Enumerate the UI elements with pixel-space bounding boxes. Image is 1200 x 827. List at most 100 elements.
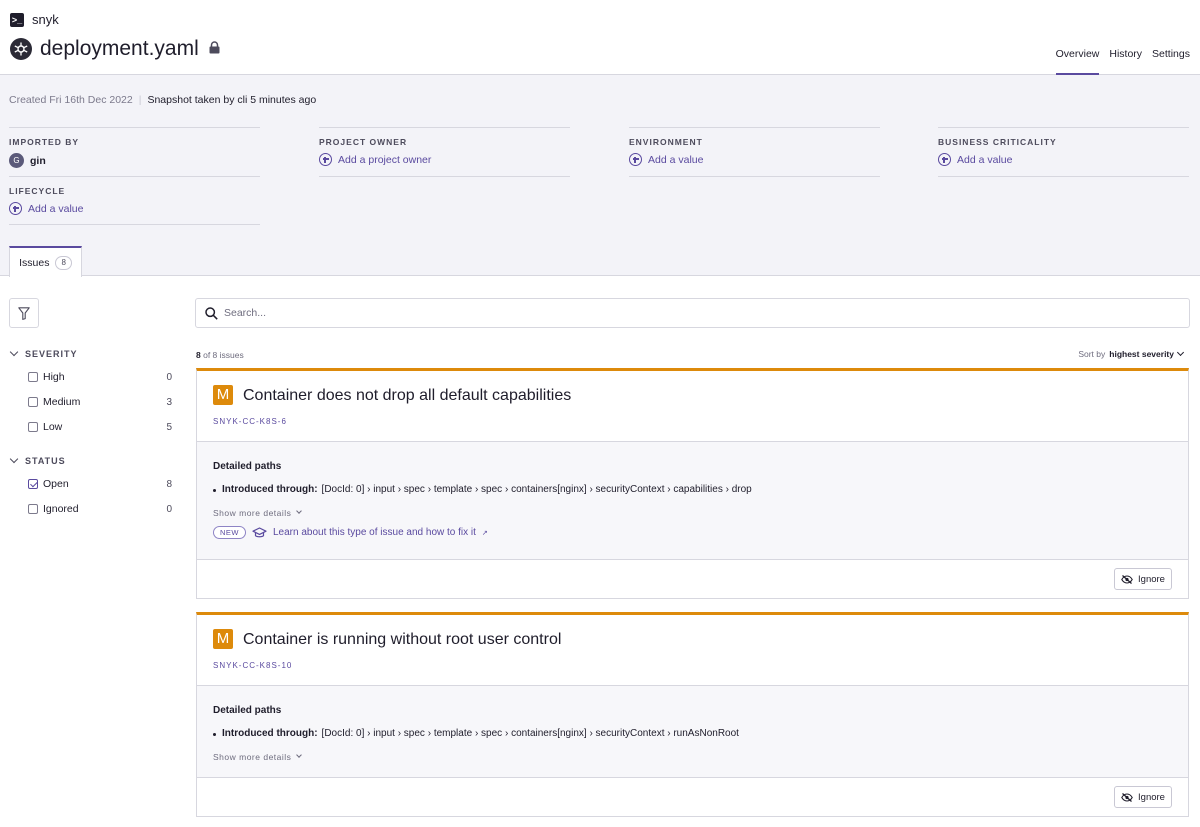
filter-count: 3 xyxy=(166,396,172,408)
learn-link[interactable]: Learn about this type of issue and how t… xyxy=(273,527,476,538)
tab-history[interactable]: History xyxy=(1109,48,1142,75)
introduced-path: Introduced through: [DocId: 0] › input ›… xyxy=(213,484,752,495)
filter-label: Ignored xyxy=(43,503,79,515)
chevron-down-icon xyxy=(296,752,303,758)
new-badge: NEW xyxy=(213,526,246,539)
path-value: [DocId: 0] › input › spec › template › s… xyxy=(321,484,752,495)
issues-count-badge: 8 xyxy=(55,255,72,270)
ignore-label: Ignore xyxy=(1138,791,1165,803)
filter-group-title: SEVERITY xyxy=(25,349,78,359)
show-more-label: Show more details xyxy=(213,508,292,518)
checkbox[interactable] xyxy=(28,504,38,514)
severity-badge: M xyxy=(213,385,233,405)
show-more-details-button[interactable]: Show more details xyxy=(213,508,303,518)
eye-off-icon xyxy=(1121,574,1133,584)
checkbox[interactable] xyxy=(28,422,38,432)
issue-footer: Ignore xyxy=(197,778,1188,816)
created-date: Created Fri 16th Dec 2022 xyxy=(9,94,133,106)
filter-status-ignored[interactable]: Ignored 0 xyxy=(28,503,172,515)
issue-details: Detailed paths Introduced through: [DocI… xyxy=(197,442,1188,560)
tab-issues-label: Issues xyxy=(19,256,50,269)
detailed-paths-title: Detailed paths xyxy=(213,705,282,716)
learn-link-row: NEW Learn about this type of issue and h… xyxy=(213,526,488,539)
filter-count: 5 xyxy=(166,421,172,433)
terminal-icon: >_ xyxy=(10,12,24,27)
project-nav: Overview History Settings xyxy=(1055,48,1190,75)
filter-count: 0 xyxy=(166,371,172,383)
sort-value: highest severity xyxy=(1109,349,1174,359)
filter-label: High xyxy=(43,371,65,383)
sort-dropdown[interactable]: Sort by highest severity xyxy=(1078,348,1185,359)
bullet xyxy=(213,489,216,492)
issue-id[interactable]: SNYK-CC-K8S-10 xyxy=(213,661,292,670)
issue-details: Detailed paths Introduced through: [DocI… xyxy=(197,686,1188,778)
checkbox-checked[interactable] xyxy=(28,479,38,489)
divider xyxy=(9,224,260,225)
issue-card: M Container does not drop all default ca… xyxy=(196,368,1189,599)
status-filter-toggle[interactable]: STATUS xyxy=(9,454,66,466)
search-input[interactable] xyxy=(224,307,1189,319)
show-more-details-button[interactable]: Show more details xyxy=(213,752,303,762)
filter-button[interactable] xyxy=(9,298,39,328)
add-project-owner-button[interactable]: Add a project owner xyxy=(319,153,570,166)
introduced-path: Introduced through: [DocId: 0] › input ›… xyxy=(213,728,739,739)
divider xyxy=(938,176,1189,177)
show-more-label: Show more details xyxy=(213,752,292,762)
filter-severity-low[interactable]: Low 5 xyxy=(28,421,172,433)
issue-header: M Container is running without root user… xyxy=(197,615,1188,686)
attr-business-criticality: BUSINESS CRITICALITY Add a value xyxy=(938,127,1189,176)
avatar: G xyxy=(9,153,24,168)
filter-label: Low xyxy=(43,421,63,433)
severity-filter-toggle[interactable]: SEVERITY xyxy=(9,347,78,359)
org-switcher[interactable]: >_ snyk xyxy=(10,12,59,27)
filter-label: Open xyxy=(43,478,69,490)
issue-title[interactable]: Container does not drop all default capa… xyxy=(243,387,571,405)
filter-status-open[interactable]: Open 8 xyxy=(28,478,172,490)
plus-circle-icon xyxy=(629,153,642,166)
project-meta: Created Fri 16th Dec 2022 | Snapshot tak… xyxy=(0,75,1200,276)
plus-circle-icon xyxy=(9,202,22,215)
attr-label: PROJECT OWNER xyxy=(319,137,408,147)
filter-count: 0 xyxy=(166,503,172,515)
attr-environment: ENVIRONMENT Add a value xyxy=(629,127,880,176)
filter-severity-medium[interactable]: Medium 3 xyxy=(28,396,172,408)
project-dates: Created Fri 16th Dec 2022 | Snapshot tak… xyxy=(9,94,316,106)
filter-label: Medium xyxy=(43,396,81,408)
kubernetes-icon xyxy=(10,38,32,60)
issue-title[interactable]: Container is running without root user c… xyxy=(243,631,561,649)
divider xyxy=(629,176,880,177)
chevron-down-icon xyxy=(9,347,19,357)
tab-settings[interactable]: Settings xyxy=(1152,48,1190,75)
issue-header: M Container does not drop all default ca… xyxy=(197,371,1188,442)
separator: | xyxy=(138,94,142,106)
attr-imported-by: IMPORTED BY G gin xyxy=(9,127,260,176)
results-suffix: of 8 issues xyxy=(203,350,244,360)
results-count: 8 of 8 issues xyxy=(196,350,244,360)
chevron-down-icon xyxy=(9,454,19,464)
checkbox[interactable] xyxy=(28,372,38,382)
add-business-criticality-button[interactable]: Add a value xyxy=(938,153,1189,166)
filter-group-title: STATUS xyxy=(25,456,66,466)
issue-id[interactable]: SNYK-CC-K8S-6 xyxy=(213,417,287,426)
tab-issues[interactable]: Issues 8 xyxy=(9,246,82,277)
attr-project-owner: PROJECT OWNER Add a project owner xyxy=(319,127,570,176)
snapshot-info: Snapshot taken by cli 5 minutes ago xyxy=(147,94,317,106)
filter-severity-high[interactable]: High 0 xyxy=(28,371,172,383)
add-lifecycle-button[interactable]: Add a value xyxy=(9,202,260,215)
attr-label: BUSINESS CRITICALITY xyxy=(938,137,1057,147)
ignore-button[interactable]: Ignore xyxy=(1114,568,1172,590)
graduation-cap-icon xyxy=(252,526,267,537)
ignore-button[interactable]: Ignore xyxy=(1114,786,1172,808)
project-header: >_ snyk deployment.yaml Overview History… xyxy=(0,0,1200,75)
introduced-label: Introduced through: xyxy=(222,728,318,739)
imported-by-value: G gin xyxy=(9,153,260,168)
add-environment-button[interactable]: Add a value xyxy=(629,153,880,166)
plus-circle-icon xyxy=(319,153,332,166)
chevron-down-icon xyxy=(1176,348,1185,356)
tab-overview[interactable]: Overview xyxy=(1055,48,1100,75)
attr-label: ENVIRONMENT xyxy=(629,137,703,147)
checkbox[interactable] xyxy=(28,397,38,407)
org-name: snyk xyxy=(32,12,59,27)
eye-off-icon xyxy=(1121,792,1133,802)
attr-label: LIFECYCLE xyxy=(9,186,66,196)
